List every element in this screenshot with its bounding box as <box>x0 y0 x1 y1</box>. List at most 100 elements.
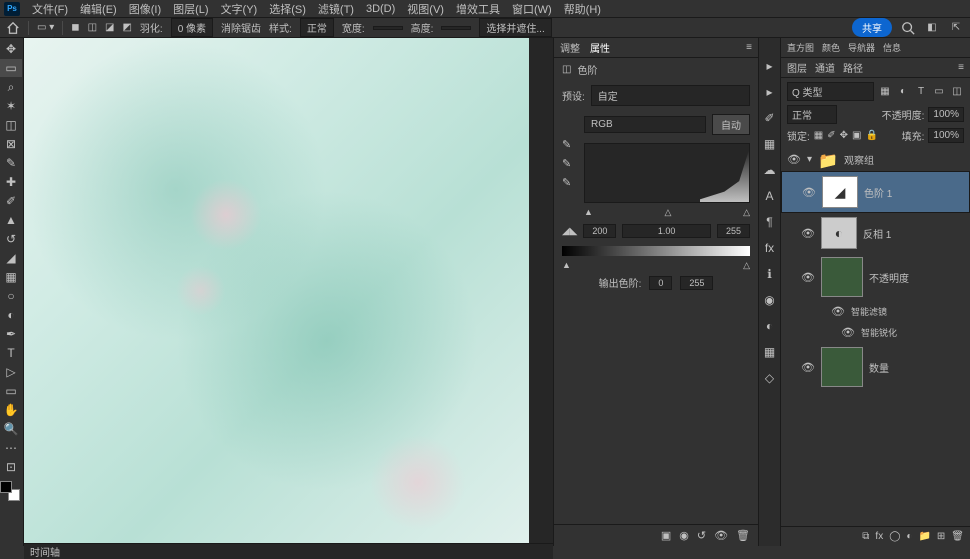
layer-name[interactable]: 不透明度 <box>869 270 909 285</box>
menu-image[interactable]: 图像(I) <box>123 1 167 17</box>
input-black[interactable]: 200 <box>583 224 616 238</box>
filter-adjust-icon[interactable]: ◐ <box>896 85 910 99</box>
frame-tool[interactable]: ⊠ <box>0 135 22 153</box>
marquee-preset-icon[interactable]: ▭ ▾ <box>37 22 54 33</box>
bool-int-icon[interactable]: ◩ <box>122 22 131 33</box>
gray-eyedropper-icon[interactable]: ✎ <box>562 157 571 170</box>
panel-menu-icon[interactable]: ≡ <box>746 42 752 53</box>
image-thumb[interactable] <box>821 257 863 297</box>
gradients-panel-icon[interactable]: ◐ <box>762 318 778 334</box>
crop-tool[interactable]: ◫ <box>0 116 22 134</box>
black-slider-icon[interactable]: ▲ <box>584 207 593 218</box>
black-eyedropper-icon[interactable]: ✎ <box>562 138 571 151</box>
home-icon[interactable] <box>6 21 20 35</box>
auto-button[interactable]: 自动 <box>712 114 750 135</box>
input-white[interactable]: 255 <box>717 224 750 238</box>
menu-select[interactable]: 选择(S) <box>263 1 312 17</box>
output-gradient[interactable] <box>562 246 750 256</box>
menu-type[interactable]: 文字(Y) <box>215 1 264 17</box>
height-input[interactable] <box>441 26 471 30</box>
bool-add-icon[interactable]: ◫ <box>88 22 97 33</box>
lock-image-icon[interactable]: ✐ <box>827 130 835 141</box>
heal-tool[interactable]: ✚ <box>0 173 22 191</box>
menu-filter[interactable]: 滤镜(T) <box>312 1 360 17</box>
menu-file[interactable]: 文件(F) <box>26 1 74 17</box>
adjustment-icon[interactable]: ◐ <box>906 531 912 542</box>
path-tool[interactable]: ▷ <box>0 363 22 381</box>
menu-help[interactable]: 帮助(H) <box>558 1 607 17</box>
edit-toolbar[interactable]: ⊡ <box>0 458 22 476</box>
visibility-icon[interactable]: 👁 <box>841 326 855 339</box>
smart-sharpen-filter[interactable]: 👁 智能锐化 <box>781 322 970 343</box>
mid-slider-icon[interactable]: △ <box>665 207 672 218</box>
tab-color[interactable]: 颜色 <box>822 41 840 54</box>
adjustment-thumb[interactable]: ◢ <box>822 176 858 208</box>
shapes-panel-icon[interactable]: ◇ <box>762 370 778 386</box>
dodge-tool[interactable]: ◐ <box>0 306 22 324</box>
tab-layers[interactable]: 图层 <box>787 60 807 75</box>
wand-tool[interactable]: ✶ <box>0 97 22 115</box>
menu-plugins[interactable]: 增效工具 <box>450 1 506 17</box>
white-eyedropper-icon[interactable]: ✎ <box>562 176 571 189</box>
swatches-panel-icon[interactable]: ▦ <box>762 136 778 152</box>
out-black-slider-icon[interactable]: ▲ <box>562 260 571 271</box>
mask-icon[interactable]: ◯ <box>889 531 900 542</box>
white-slider-icon[interactable]: △ <box>743 207 750 218</box>
layer-levels[interactable]: 👁 ◢ 色阶 1 <box>781 171 970 213</box>
lasso-tool[interactable]: ⌕ <box>0 78 22 96</box>
timeline-tab[interactable]: 时间轴 <box>30 544 60 559</box>
document-image[interactable] <box>24 38 529 543</box>
fill-input[interactable]: 100% <box>928 128 964 143</box>
layer-name[interactable]: 观察组 <box>844 152 874 167</box>
output-black[interactable]: 0 <box>649 276 672 290</box>
visibility-icon[interactable]: 👁 <box>787 153 801 166</box>
tab-histogram[interactable]: 直方图 <box>787 41 814 54</box>
feather-input[interactable]: 0 像素 <box>171 18 213 37</box>
output-white[interactable]: 255 <box>680 276 713 290</box>
filter-type-icon[interactable]: T <box>914 85 928 99</box>
link-layers-icon[interactable]: ⧉ <box>862 531 869 542</box>
share-button[interactable]: 共享 <box>852 18 892 37</box>
width-input[interactable] <box>373 26 403 30</box>
history-panel-icon[interactable]: ▸ <box>762 58 778 74</box>
more-tools[interactable]: ⋯ <box>0 439 22 457</box>
adjustment-thumb[interactable]: ◐ <box>821 217 857 249</box>
visibility-icon[interactable]: 👁 <box>802 186 816 199</box>
export-icon[interactable]: ⇱ <box>948 20 964 36</box>
lock-position-icon[interactable]: ✥ <box>840 130 848 141</box>
brushes-panel-icon[interactable]: ✐ <box>762 110 778 126</box>
visibility-icon[interactable]: 👁 <box>801 227 815 240</box>
refine-button[interactable]: 选择并遮住... <box>479 18 551 37</box>
group-icon[interactable]: 📁 <box>918 531 930 542</box>
layer-group[interactable]: 👁 ▾ 📁 观察组 <box>781 147 970 171</box>
layer-invert[interactable]: 👁 ◐ 反相 1 <box>781 213 970 253</box>
clip-icon[interactable]: ▣ <box>661 529 671 542</box>
brush-tool[interactable]: ✐ <box>0 192 22 210</box>
levels-histogram[interactable] <box>584 143 750 203</box>
tab-channels[interactable]: 通道 <box>815 60 835 75</box>
layer-amount[interactable]: 👁 数量 <box>781 343 970 391</box>
preset-select[interactable]: 自定 <box>591 85 750 106</box>
color-panel-icon[interactable]: ◉ <box>762 292 778 308</box>
filter-name[interactable]: 智能锐化 <box>861 326 897 339</box>
layer-name[interactable]: 反相 1 <box>863 226 891 241</box>
delete-adjustment-icon[interactable]: 🗑 <box>736 529 750 542</box>
pen-tool[interactable]: ✒ <box>0 325 22 343</box>
libraries-panel-icon[interactable]: ☁ <box>762 162 778 178</box>
view-previous-icon[interactable]: ◉ <box>679 529 689 542</box>
lock-artboard-icon[interactable]: ▣ <box>852 130 861 141</box>
tab-navigator[interactable]: 导航器 <box>848 41 875 54</box>
blend-mode-select[interactable]: 正常 <box>787 105 837 124</box>
layer-kind-select[interactable]: Q 类型 <box>787 82 874 101</box>
shape-tool[interactable]: ▭ <box>0 382 22 400</box>
filter-image-icon[interactable]: ▦ <box>878 85 892 99</box>
history-brush-tool[interactable]: ↺ <box>0 230 22 248</box>
out-white-slider-icon[interactable]: △ <box>743 260 750 271</box>
menu-3d[interactable]: 3D(D) <box>360 3 401 15</box>
visibility-icon[interactable]: 👁 <box>801 361 815 374</box>
info-panel-icon[interactable]: ℹ <box>762 266 778 282</box>
fx-icon[interactable]: fx <box>875 531 883 542</box>
zoom-tool[interactable]: 🔍 <box>0 420 22 438</box>
gradient-tool[interactable]: ▦ <box>0 268 22 286</box>
menu-edit[interactable]: 编辑(E) <box>74 1 123 17</box>
